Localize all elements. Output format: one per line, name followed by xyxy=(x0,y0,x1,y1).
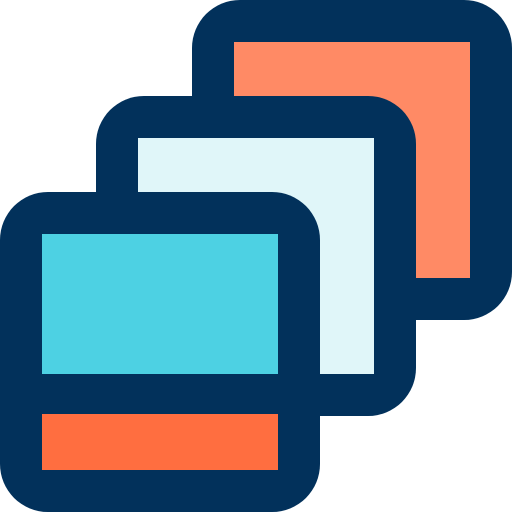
front-layer-bottom-strip xyxy=(42,414,278,470)
front-layer-top-panel xyxy=(42,234,278,374)
front-layer xyxy=(0,192,320,512)
icon-canvas xyxy=(0,0,512,512)
stacked-layers-icon xyxy=(0,0,512,512)
